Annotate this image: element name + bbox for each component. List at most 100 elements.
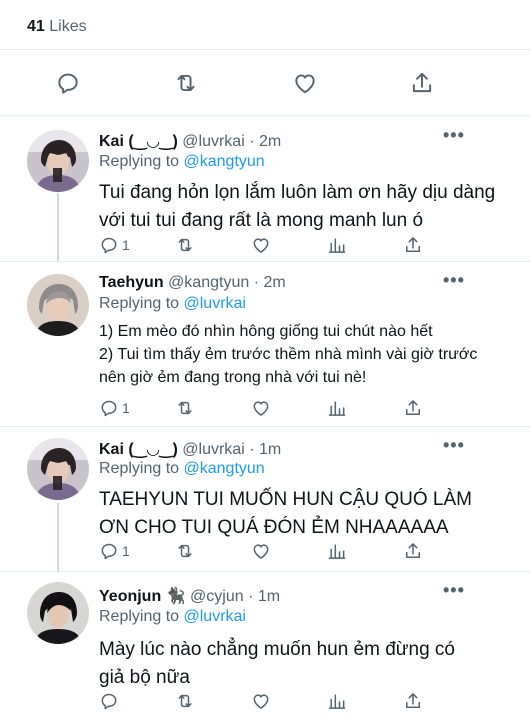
display-name[interactable]: Yeonjun 🐈‍⬛ [99, 588, 186, 605]
tweet-actions [99, 690, 429, 714]
avatar-image [27, 438, 89, 500]
tweet-actions: 1 [99, 397, 429, 421]
avatar[interactable] [27, 582, 89, 644]
like-button[interactable] [251, 540, 271, 562]
separator-dot: · [249, 441, 255, 458]
tweet-actions: 1 [99, 540, 429, 564]
retweet-icon [178, 401, 192, 415]
avatar-image [27, 274, 89, 336]
tweet-text: Tui đang hỏn lọn lắm luôn làm ơn hãy dịu… [99, 182, 496, 231]
share-icon [412, 72, 432, 93]
avatar[interactable] [27, 438, 89, 500]
tweet-text: 1) Em mèo đó nhìn hông giống tui chút nà… [99, 320, 479, 390]
avatar-image [27, 130, 89, 192]
likes-label[interactable]: 41 Likes [27, 18, 87, 36]
analytics-button[interactable] [327, 690, 347, 712]
analytics-button[interactable] [327, 540, 347, 562]
tweet-header: Kai (‿◡‿) @luvrkai · 2m [99, 131, 281, 151]
more-options-icon[interactable]: ••• [443, 580, 465, 601]
share-button[interactable] [403, 540, 423, 562]
share-button[interactable] [403, 690, 423, 712]
more-options-icon[interactable]: ••• [443, 435, 465, 456]
retweet-button[interactable] [175, 234, 195, 256]
reply-button[interactable]: 1 [99, 234, 130, 256]
replying-to-link[interactable]: @luvrkai [184, 295, 246, 312]
main-tweet-actions [0, 50, 531, 116]
retweet-icon [178, 238, 192, 252]
replying-to-label: Replying to [99, 608, 180, 625]
handle[interactable]: @kangtyun [168, 274, 249, 291]
like-button[interactable] [251, 690, 271, 712]
avatar[interactable] [27, 130, 89, 192]
timestamp[interactable]: 1m [259, 441, 281, 458]
analytics-icon [328, 544, 346, 559]
reply-tweet[interactable]: Kai (‿◡‿) @luvrkai · 1m ••• Replying to … [0, 427, 531, 572]
like-button[interactable] [292, 70, 318, 96]
share-icon [406, 693, 420, 708]
tweet-actions: 1 [99, 234, 429, 258]
like-button[interactable] [251, 397, 271, 419]
retweet-icon [177, 74, 195, 92]
analytics-icon [328, 238, 346, 253]
reply-button[interactable]: 1 [99, 397, 130, 419]
reply-tweet[interactable]: Yeonjun 🐈‍⬛ @cyjun · 1m ••• Replying to … [0, 572, 531, 720]
likes-row[interactable]: 41 Likes [0, 0, 531, 50]
timestamp[interactable]: 1m [258, 588, 280, 605]
more-options-icon[interactable]: ••• [443, 270, 465, 291]
display-name[interactable]: Taehyun [99, 274, 164, 291]
like-button[interactable] [251, 234, 271, 256]
reply-button[interactable]: 1 [99, 540, 130, 562]
share-button[interactable] [409, 70, 435, 96]
tweet-header: Taehyun @kangtyun · 2m [99, 274, 286, 292]
retweet-button[interactable] [175, 397, 195, 419]
share-icon [406, 400, 420, 415]
replying-to: Replying to @luvrkai [99, 295, 246, 313]
more-options-icon[interactable]: ••• [443, 125, 465, 146]
separator-dot: · [248, 588, 254, 605]
timestamp[interactable]: 2m [259, 133, 281, 150]
retweet-icon [178, 544, 192, 558]
display-name[interactable]: Kai (‿◡‿) [99, 133, 178, 150]
reply-count: 1 [122, 237, 130, 253]
reply-button[interactable] [99, 690, 119, 712]
separator-dot: · [253, 274, 260, 291]
likes-count: 41 [27, 18, 45, 35]
reply-tweet[interactable]: Taehyun @kangtyun · 2m ••• Replying to @… [0, 262, 531, 427]
retweet-button[interactable] [173, 70, 199, 96]
replying-to-link[interactable]: @kangtyun [184, 460, 265, 477]
avatar-image [27, 582, 89, 644]
tweet-header: Yeonjun 🐈‍⬛ @cyjun · 1m [99, 586, 280, 606]
tweet-header: Kai (‿◡‿) @luvrkai · 1m [99, 439, 281, 459]
retweet-button[interactable] [175, 540, 195, 562]
analytics-button[interactable] [327, 397, 347, 419]
handle[interactable]: @cyjun [190, 588, 244, 605]
handle[interactable]: @luvrkai [182, 133, 244, 150]
share-icon [406, 237, 420, 252]
avatar[interactable] [27, 274, 89, 336]
like-icon [295, 74, 315, 94]
handle[interactable]: @luvrkai [182, 441, 244, 458]
display-name[interactable]: Kai (‿◡‿) [99, 441, 178, 458]
reply-button[interactable] [55, 70, 81, 96]
retweet-icon [178, 694, 192, 708]
replying-to-label: Replying to [99, 153, 180, 170]
analytics-button[interactable] [327, 234, 347, 256]
replying-to-link[interactable]: @kangtyun [184, 153, 265, 170]
share-button[interactable] [403, 397, 423, 419]
reply-icon [101, 543, 117, 560]
replying-to-link[interactable]: @luvrkai [184, 608, 246, 625]
tweet-text-line: 2) Tui tìm thấy ẻm trước thềm nhà mình v… [99, 346, 478, 387]
reply-icon [101, 400, 117, 417]
share-button[interactable] [403, 234, 423, 256]
reply-tweet[interactable]: Kai (‿◡‿) @luvrkai · 2m ••• Replying to … [0, 117, 531, 262]
replying-to-label: Replying to [99, 460, 180, 477]
like-icon [253, 401, 269, 416]
analytics-icon [328, 401, 346, 416]
retweet-button[interactable] [175, 690, 195, 712]
reply-count: 1 [122, 400, 130, 416]
like-icon [253, 544, 269, 559]
analytics-icon [328, 694, 346, 709]
likes-word: Likes [49, 18, 87, 35]
tweet-text: Mày lúc nào chẳng muốn hun ẻm đừng có gi… [99, 639, 455, 688]
timestamp[interactable]: 2m [263, 274, 285, 291]
